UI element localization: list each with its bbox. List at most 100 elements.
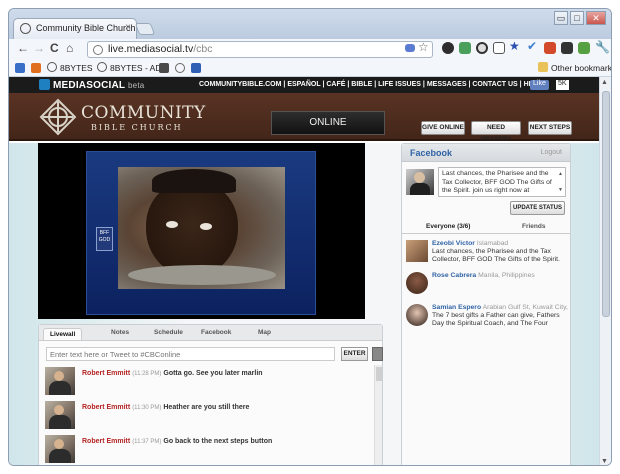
person-status: Last chances, the Pharisee and the Tax C… [432,248,560,263]
new-tab-button[interactable] [134,23,156,35]
person-name[interactable]: Ezeobi Victor [432,240,475,247]
check-icon[interactable]: ✔ [527,39,537,53]
message-time: (11:28 PM) [132,371,162,377]
top-nav-item[interactable]: CAFÉ [326,81,345,88]
chat-settings-icon[interactable] [372,347,383,361]
message-time: (11:30 PM) [132,405,162,411]
tab-friends[interactable]: Friends [522,223,545,230]
bookmark-8bytes[interactable]: 8BYTES [47,62,93,73]
bookmark-star-icon[interactable]: ★ [509,39,520,53]
bookmarks-bar: 8BYTES 8BYTES - ADD Other bookmarks [9,59,611,77]
bookmark-icon-3[interactable] [191,63,201,73]
extension-green-icon[interactable] [459,42,471,54]
tab-facebook[interactable]: Facebook [201,329,231,336]
bookmark-icon-1[interactable] [159,63,169,73]
facebook-title: Facebook [410,148,453,158]
avatar[interactable] [45,435,75,463]
star-icon[interactable]: ☆ [418,40,429,54]
top-nav-item[interactable]: LIFE ISSUES [378,81,421,88]
site-top-nav: COMMUNITYBIBLE.COM | ESPAÑOL | CAFÉ | BI… [199,81,542,88]
chat-message: Robert Emmitt (11:37 PM) Go back to the … [45,435,365,465]
avatar[interactable] [406,272,428,294]
message-author[interactable]: Robert Emmitt [82,404,130,411]
enter-button[interactable]: ENTER [341,347,368,361]
list-item: Rose Cabrera Manila, Philippines [406,272,568,302]
tab-everyone[interactable]: Everyone (3/6) [426,223,470,230]
facebook-header: Facebook Logout [402,144,570,162]
logout-link[interactable]: Logout [541,149,562,156]
scroll-up-icon[interactable]: ▲ [601,79,608,86]
message-text: Go back to the next steps button [163,438,273,445]
scroll-down-icon[interactable]: ▼ [558,186,563,195]
bookmark-feed-icon[interactable] [31,63,41,73]
person-name[interactable]: Samian Espero [432,304,481,311]
top-nav-item[interactable]: COMMUNITYBIBLE.COM [199,81,281,88]
page-scrollbar[interactable]: ▲ ▼ [599,77,611,465]
address-bar[interactable]: live.mediasocial.tv/cbc [87,41,433,58]
translate-icon[interactable] [405,44,415,52]
chat-input[interactable] [46,347,335,361]
person-name[interactable]: Rose Cabrera [432,272,476,279]
url-path: /cbc [193,43,213,55]
message-text: Heather are you still there [163,404,250,411]
church-name: COMMUNITY [81,103,206,123]
avatar[interactable] [406,304,428,326]
top-nav-item[interactable]: BIBLE [351,81,372,88]
scrollbar-thumb[interactable] [602,91,610,317]
message-author[interactable]: Robert Emmitt [82,370,130,377]
wrench-icon[interactable]: 🔧 [595,40,610,54]
list-item: Ezeobi Victor Islamabad Last chances, the… [406,240,568,270]
forward-button[interactable]: → [33,41,45,55]
back-button[interactable]: ← [17,41,29,55]
avatar[interactable] [406,240,428,262]
top-nav-item[interactable]: ESPAÑOL [287,81,320,88]
facebook-panel: Facebook Logout Last chances, the Pharis… [401,143,571,465]
reload-button[interactable]: C [50,41,59,55]
mediasocial-logo[interactable]: MEDIASOCIAL beta [39,79,144,91]
globe-icon [47,62,57,72]
web-page: MEDIASOCIAL beta COMMUNITYBIBLE.COM | ES… [9,77,599,465]
minimize-button[interactable]: ▭ [554,11,568,25]
other-bookmarks[interactable]: Other bookmarks [538,62,611,73]
close-window-button[interactable]: ✕ [586,11,606,25]
tab-map[interactable]: Map [258,329,271,336]
status-textarea[interactable]: Last chances, the Pharisee and the Tax C… [438,167,566,197]
bookmark-app-icon[interactable] [15,63,25,73]
give-online-button[interactable]: GIVE ONLINE [421,121,465,135]
globe-icon [97,62,107,72]
bookmark-8bytes-add[interactable]: 8BYTES - ADD [97,62,168,73]
avatar[interactable] [45,367,75,395]
extension-puzzle-icon[interactable] [578,42,590,54]
maximize-button[interactable]: □ [570,11,584,25]
tab-close-icon[interactable]: × [125,22,131,33]
message-author[interactable]: Robert Emmitt [82,438,130,445]
browser-tab[interactable]: Community Bible Church × [13,18,137,39]
top-nav-item[interactable]: MESSAGES [427,81,467,88]
extension-dark-icon[interactable] [442,42,454,54]
extension-ring-icon[interactable] [476,42,488,54]
browser-toolbar: ← → C ⌂ live.mediasocial.tv/cbc ☆ ★ ✔ 🔧 [9,39,611,59]
avatar[interactable] [45,401,75,429]
bookmark-icon-2[interactable] [175,63,185,73]
top-nav-item[interactable]: CONTACT US [472,81,517,88]
home-button[interactable]: ⌂ [66,41,73,55]
update-status-button[interactable]: UPDATE STATUS [510,201,565,215]
church-header: COMMUNITY BIBLE CHURCH ONLINE GIVE ONLIN… [9,93,599,143]
facebook-like-button[interactable]: Like [530,80,549,90]
like-count: 5K [556,80,569,90]
layers-icon[interactable] [561,42,573,54]
need-prayer-button[interactable]: NEED PRAYER? [471,121,521,143]
browser-window: Community Bible Church × ▭ □ ✕ ← → C ⌂ l… [8,8,612,466]
tab-schedule[interactable]: Schedule [154,329,183,336]
tab-livewall[interactable]: Livewall [43,328,83,340]
next-steps-button[interactable]: NEXT STEPS [528,121,572,135]
scroll-up-icon[interactable]: ▲ [558,170,563,179]
tab-notes[interactable]: Notes [111,329,129,336]
video-player[interactable]: BFF GOD [38,143,365,319]
mail-icon[interactable] [493,42,505,54]
scroll-down-icon[interactable]: ▼ [601,458,608,465]
chat-tabs: Livewall Notes Schedule Facebook Map [39,325,382,341]
extension-red-icon[interactable] [544,42,556,54]
chat-scrollbar[interactable] [374,365,382,465]
livewall-panel: Livewall Notes Schedule Facebook Map ENT… [38,324,383,465]
